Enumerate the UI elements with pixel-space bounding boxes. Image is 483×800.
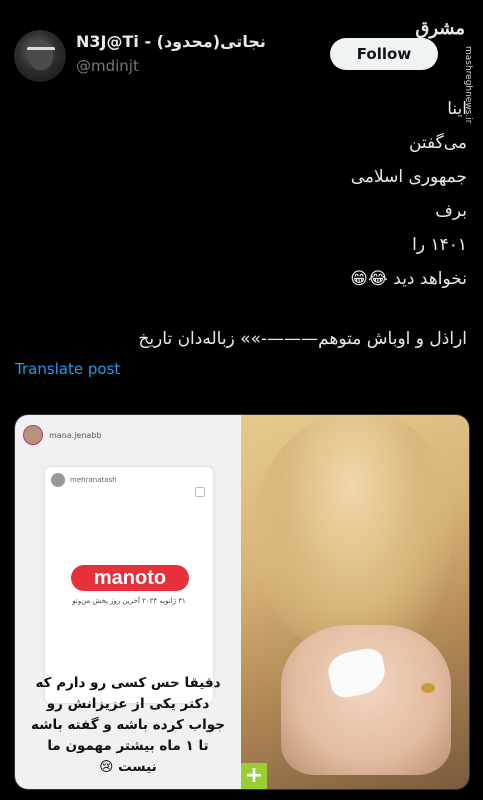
card-username: mehranatash xyxy=(70,476,117,484)
crying-woman-photo: + xyxy=(241,415,469,789)
story-avatar xyxy=(23,425,43,445)
story-username: mana.jenabb xyxy=(49,430,102,440)
translate-post-link[interactable]: Translate post xyxy=(15,360,120,378)
author-name-block[interactable]: N3J@Ti - (نجاتی(محدود @mdinjt xyxy=(76,32,266,75)
story-text-line: جواب کرده باشه و گفته باشه xyxy=(31,717,225,733)
tweet-line: می‌گفتن xyxy=(408,133,467,153)
story-header: mana.jenabb xyxy=(23,425,101,445)
author-avatar[interactable] xyxy=(14,30,66,82)
shared-post-card: mehranatash manoto ۳۱ ژانویه ۲۰۲۴ آخرین … xyxy=(45,467,213,703)
tweet-line: برف xyxy=(435,201,467,221)
tweet-header: N3J@Ti - (نجاتی(محدود @mdinjt Follow xyxy=(14,30,483,86)
tweet-text: اینا می‌گفتن جمهوری اسلامی برف ۱۴۰۱ را ن… xyxy=(27,92,467,356)
avatar-glasses xyxy=(27,47,55,57)
story-text-line: دقیقا حس کسی رو دارم که xyxy=(35,675,221,691)
tweet-media-image[interactable]: mana.jenabb mehranatash manoto ۳۱ ژانویه… xyxy=(14,414,470,790)
story-text-line: دکتر یکی از عزیزانش رو xyxy=(46,696,210,712)
card-header: mehranatash xyxy=(51,473,117,487)
story-overlay-text: دقیقا حس کسی رو دارم که دکتر یکی از عزیز… xyxy=(23,673,233,778)
author-handle[interactable]: @mdinjt xyxy=(76,57,266,75)
story-text-line: تا ۱ ماه بیشتر مهمون ما xyxy=(47,738,209,754)
ring-shape xyxy=(421,683,435,693)
card-avatar xyxy=(51,473,65,487)
instagram-icon xyxy=(195,487,205,497)
story-text-line: نیست 😢 xyxy=(99,759,157,775)
tweet-line: اینا xyxy=(447,99,467,119)
instagram-story-screenshot: mana.jenabb mehranatash manoto ۳۱ ژانویه… xyxy=(15,415,241,789)
tweet-line: ۱۴۰۱ را xyxy=(412,235,467,255)
tweet-line: جمهوری اسلامی xyxy=(350,167,467,187)
author-display-name[interactable]: N3J@Ti - (نجاتی(محدود xyxy=(76,32,266,51)
hair-shade xyxy=(251,415,451,655)
follow-button[interactable]: Follow xyxy=(330,38,438,70)
tweet-second-paragraph: اراذل و اوباش متوهم———-»» زباله‌دان تاری… xyxy=(138,329,467,349)
tweet-line: نخواهد دید 😂😁 xyxy=(350,269,467,289)
manoto-logo: manoto xyxy=(71,565,189,591)
manoto-caption: ۳۱ ژانویه ۲۰۲۴ آخرین روز پخش من‌وتو xyxy=(72,597,186,605)
hands-shape xyxy=(281,625,451,775)
plus-icon: + xyxy=(241,763,267,789)
